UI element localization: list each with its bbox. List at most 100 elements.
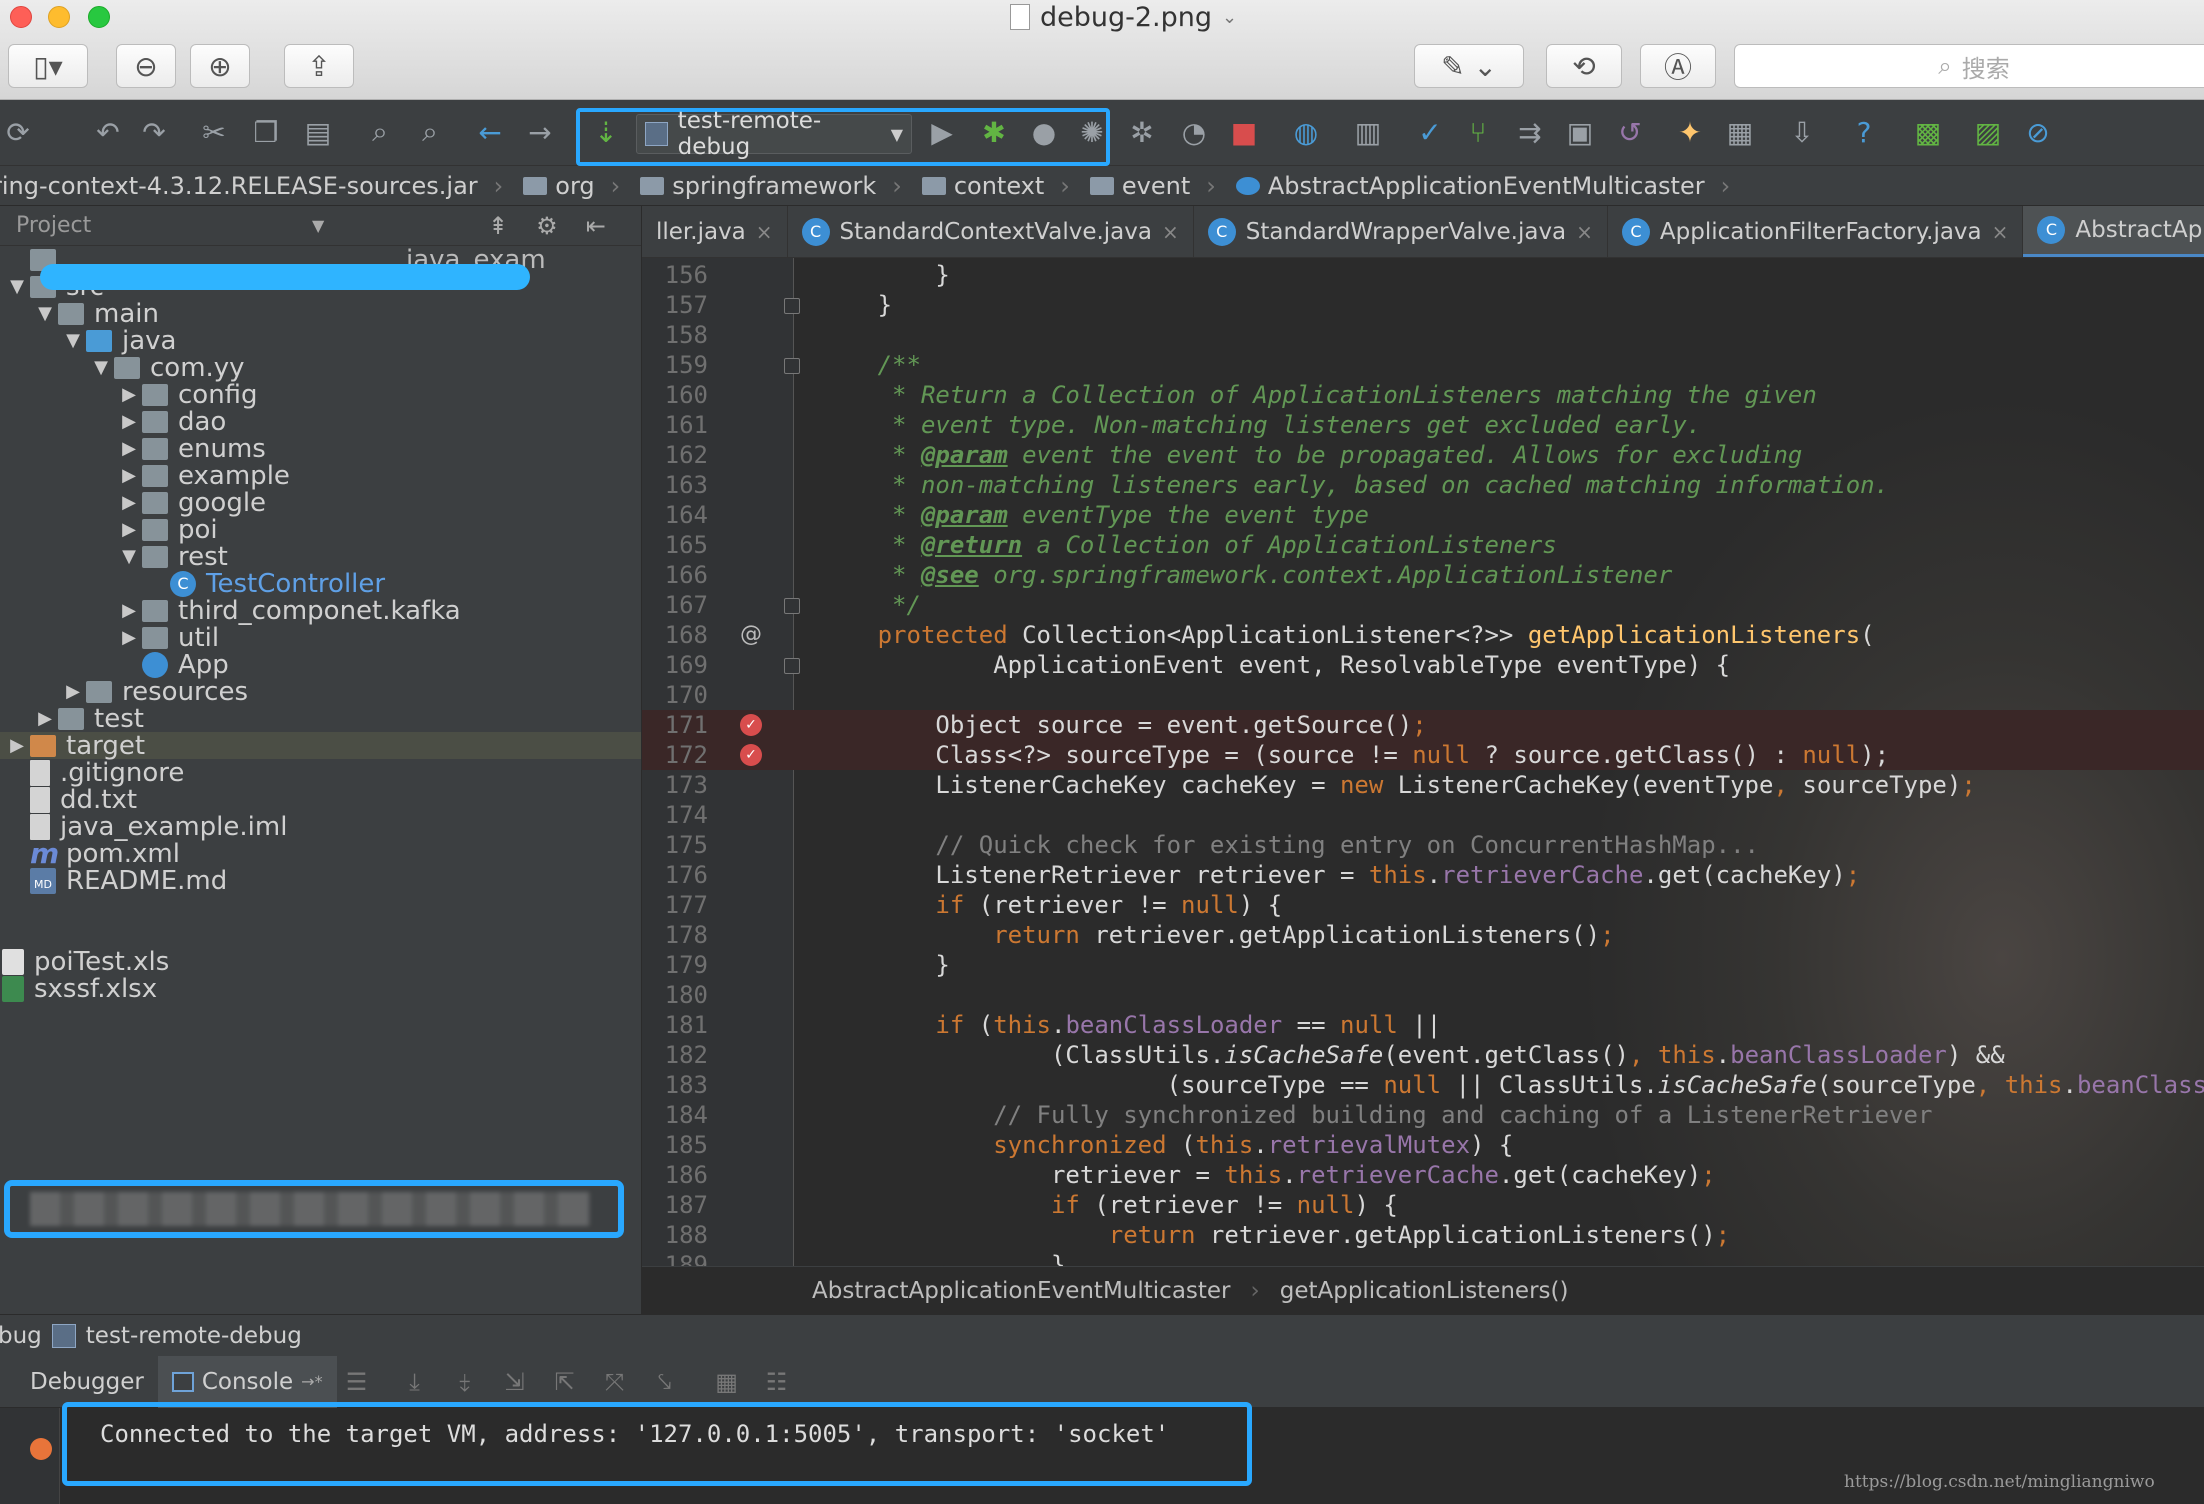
step-over-icon[interactable]: ⤓ <box>395 1368 435 1396</box>
sdk-manager-icon[interactable]: ▩ <box>1910 114 1946 150</box>
tree-item[interactable]: App <box>0 650 641 680</box>
tree-item[interactable]: ▶ poi <box>0 515 641 545</box>
tree-item[interactable]: ▶ target <box>0 731 641 761</box>
tree-item[interactable]: C TestController <box>0 569 641 599</box>
no-entry-icon[interactable]: ⊘ <box>2020 114 2056 150</box>
tab-debugger[interactable]: Debugger <box>16 1356 158 1408</box>
tree-item[interactable]: ▼ rest <box>0 542 641 572</box>
chevron-down-icon[interactable]: ▼ <box>312 216 324 235</box>
editor-tab[interactable]: C StandardContextValve.java × <box>788 206 1194 257</box>
collapse-all-icon[interactable]: ⇞ <box>488 212 508 240</box>
tab-console[interactable]: Console →* <box>157 1355 337 1408</box>
expanded-arrow-icon[interactable]: ▼ <box>32 303 58 324</box>
search-field[interactable]: ⌕ 搜索 <box>1734 44 2204 88</box>
tree-item[interactable] <box>0 921 641 948</box>
editor-tab[interactable]: C StandardWrapperValve.java × <box>1194 206 1608 257</box>
collapsed-arrow-icon[interactable]: ▶ <box>116 627 142 648</box>
download-icon[interactable]: ⇩ <box>1784 114 1820 150</box>
redo-icon[interactable]: ↷ <box>136 114 172 150</box>
code-editor[interactable]: 156 } 157 } 158 159 /** 160 * Return a Colle… <box>642 258 2204 1266</box>
tree-item[interactable]: ▶ resources <box>0 677 641 707</box>
window-minimize-button[interactable] <box>48 6 70 28</box>
breadcrumb-springframework[interactable]: springframework › <box>630 172 912 200</box>
tree-item[interactable]: poiTest.xls <box>0 947 641 977</box>
expanded-arrow-icon[interactable]: ▼ <box>4 276 30 297</box>
forward-icon[interactable]: → <box>522 114 558 150</box>
editor-tab[interactable]: ller.java × <box>642 206 788 257</box>
collapsed-arrow-icon[interactable]: ▶ <box>116 465 142 486</box>
back-icon[interactable]: ← <box>472 114 508 150</box>
tree-item[interactable]: dd.txt <box>0 785 641 815</box>
window-maximize-button[interactable] <box>88 6 110 28</box>
window-close-button[interactable] <box>10 6 32 28</box>
collapsed-arrow-icon[interactable]: ▶ <box>116 411 142 432</box>
close-tab-icon[interactable]: × <box>1576 220 1593 244</box>
undo-icon[interactable]: ↶ <box>90 114 126 150</box>
monitor-icon[interactable]: ▨ <box>1970 114 2006 150</box>
collapsed-arrow-icon[interactable]: ▶ <box>4 735 30 756</box>
tree-item[interactable]: ▼ java <box>0 326 641 356</box>
rotate-button[interactable]: ⟲ <box>1546 44 1622 88</box>
vcs-commit-icon[interactable]: ⑂ <box>1460 114 1496 150</box>
close-tab-icon[interactable]: × <box>1162 220 1179 244</box>
run-to-cursor-icon[interactable]: ⤥ <box>645 1368 685 1396</box>
show-execution-point-icon[interactable]: ☰ <box>337 1368 377 1396</box>
settings-icon[interactable]: ✦ <box>1672 114 1708 150</box>
vcs-history-icon[interactable]: ▣ <box>1562 114 1598 150</box>
project-structure-icon[interactable]: ▦ <box>1722 114 1758 150</box>
close-tab-icon[interactable]: × <box>1992 220 2009 244</box>
markup-button[interactable]: ✎ ⌄ <box>1414 44 1524 88</box>
close-tab-icon[interactable]: × <box>756 220 773 244</box>
breadcrumb-event[interactable]: event › <box>1080 172 1226 200</box>
step-out-icon[interactable]: ⇱ <box>545 1368 585 1396</box>
cut-icon[interactable]: ✂ <box>196 114 232 150</box>
vcs-push-icon[interactable]: ⇉ <box>1512 114 1548 150</box>
tree-item[interactable]: ▶ test <box>0 704 641 734</box>
drop-frame-icon[interactable]: ⤧ <box>595 1368 635 1396</box>
breadcrumb-method-name[interactable]: getApplicationListeners() <box>1280 1278 1569 1304</box>
tree-item[interactable]: ▼ com.yy <box>0 353 641 383</box>
update-app-icon[interactable]: ◍ <box>1288 114 1324 150</box>
help-icon[interactable]: ? <box>1846 114 1882 150</box>
breadcrumb-class[interactable]: AbstractApplicationEventMulticaster › <box>1226 172 1740 200</box>
paste-icon[interactable]: ▤ <box>300 114 336 150</box>
collapsed-arrow-icon[interactable]: ▶ <box>116 438 142 459</box>
collapsed-arrow-icon[interactable]: ▶ <box>116 519 142 540</box>
attach-icon[interactable]: ✲ <box>1124 114 1160 150</box>
revert-icon[interactable]: ↺ <box>1612 114 1648 150</box>
breadcrumb-context[interactable]: context › <box>912 172 1080 200</box>
expanded-arrow-icon[interactable]: ▼ <box>60 330 86 351</box>
annotate-button[interactable]: Ⓐ <box>1640 44 1716 88</box>
tree-item[interactable]: java_example.iml <box>0 812 641 842</box>
breadcrumb-jar[interactable]: ring-context-4.3.12.RELEASE-sources.jar › <box>0 172 513 200</box>
editor-tab[interactable]: C AbstractApplicationEv <box>2023 206 2204 257</box>
debug-session-tab[interactable]: test-remote-debug <box>86 1323 302 1349</box>
zoom-out-button[interactable]: ⊖ <box>116 44 176 88</box>
sync-icon[interactable]: ⟳ <box>0 114 36 150</box>
collapsed-arrow-icon[interactable]: ▶ <box>116 384 142 405</box>
tree-item[interactable]: ▶ config <box>0 380 641 410</box>
collapsed-arrow-icon[interactable]: ▶ <box>32 708 58 729</box>
device-icon[interactable]: ▥ <box>1350 114 1386 150</box>
zoom-in-button[interactable]: ⊕ <box>190 44 250 88</box>
gear-icon[interactable]: ⚙ <box>536 212 558 240</box>
document-title[interactable]: debug-2.png ⌄ <box>1010 0 1237 34</box>
breakpoint-icon[interactable]: ✓ <box>740 744 762 766</box>
tree-item[interactable]: MD README.md <box>0 866 641 896</box>
tree-item[interactable]: ▶ util <box>0 623 641 653</box>
breakpoint-icon[interactable]: ✓ <box>740 714 762 736</box>
expanded-arrow-icon[interactable]: ▼ <box>88 357 114 378</box>
tree-item[interactable]: ▶ example <box>0 461 641 491</box>
tree-item[interactable]: ▶ third_componet.kafka <box>0 596 641 626</box>
tree-item[interactable]: ▶ dao <box>0 407 641 437</box>
tree-item[interactable]: sxssf.xlsx <box>0 974 641 1004</box>
breadcrumb-org[interactable]: org › <box>513 172 630 200</box>
step-into-icon[interactable]: ⤈ <box>445 1368 485 1396</box>
tree-item[interactable]: m pom.xml <box>0 839 641 869</box>
evaluate-expression-icon[interactable]: ▦ <box>707 1368 747 1396</box>
tree-item[interactable]: .gitignore <box>0 758 641 788</box>
overrides-marker-icon[interactable]: @ <box>740 620 762 650</box>
stop-icon[interactable]: ■ <box>1226 114 1262 150</box>
gauge-icon[interactable]: ◔ <box>1176 114 1212 150</box>
find-icon[interactable]: ⌕ <box>362 114 398 150</box>
